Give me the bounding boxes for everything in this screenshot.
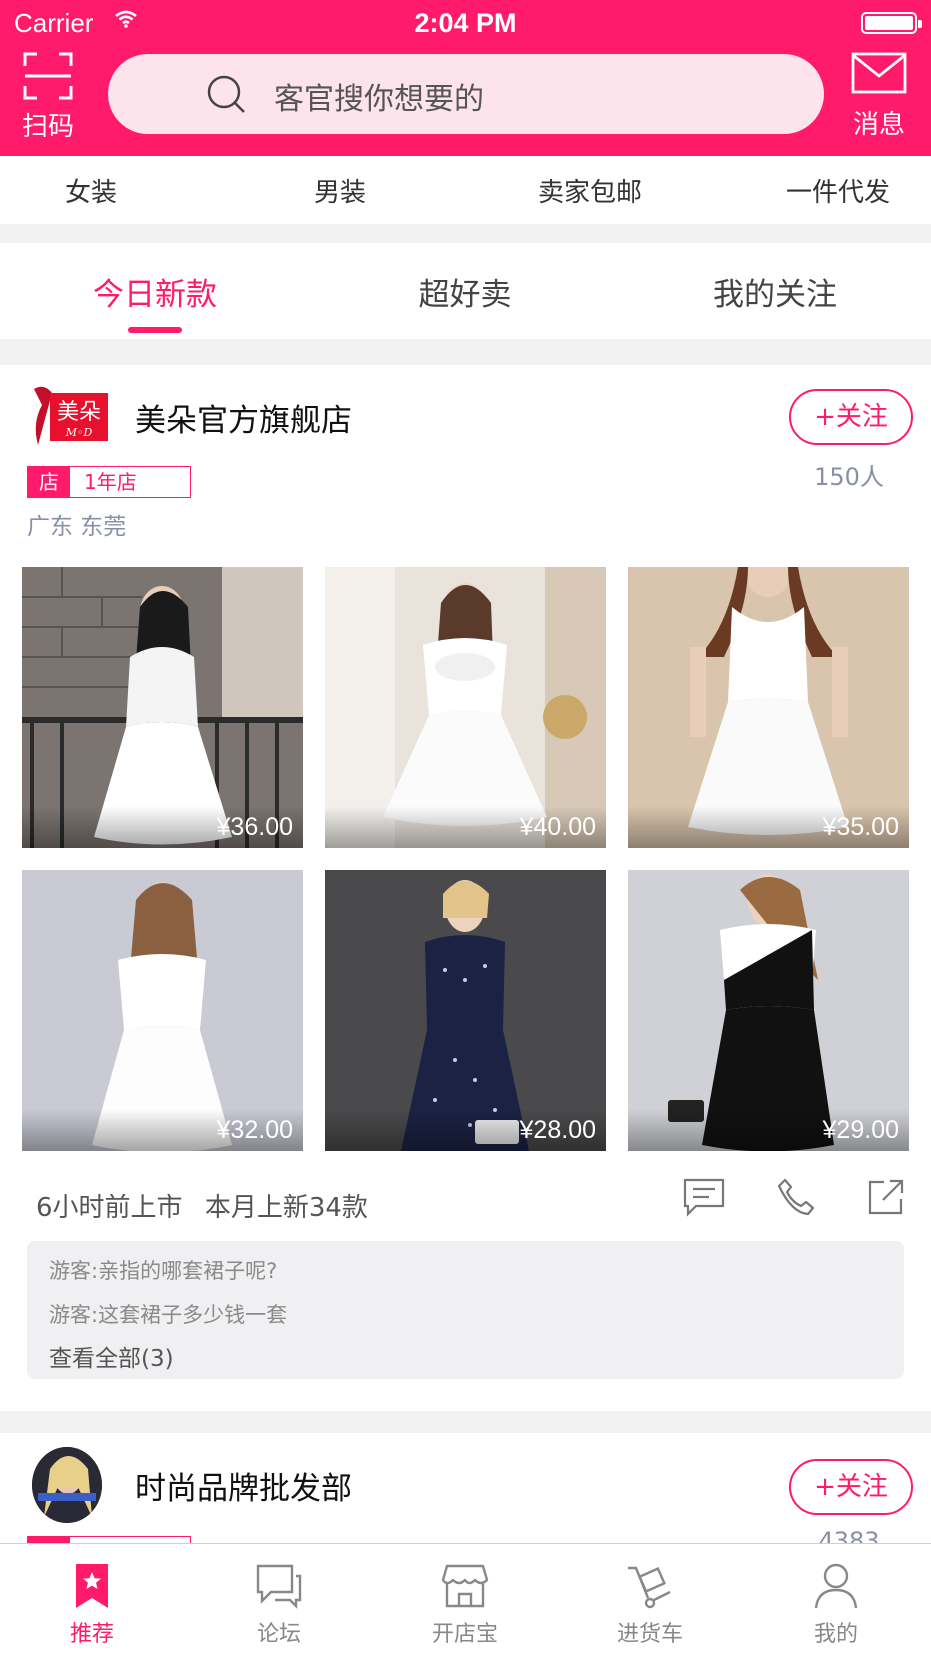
tab-recommend[interactable]: 推荐	[32, 1544, 152, 1656]
listing-meta: 6小时前上市 本月上新34款	[36, 1187, 382, 1224]
product-price: ¥29.00	[822, 1116, 899, 1144]
store-avatar	[32, 1447, 102, 1523]
tab-my-following[interactable]: 我的关注	[665, 269, 885, 314]
tab-profile[interactable]: 我的	[776, 1544, 896, 1656]
tab-label: 我的	[813, 1622, 858, 1647]
product-thumbnail[interactable]: ¥32.00	[22, 870, 303, 1151]
tab-label: 开店宝	[431, 1622, 498, 1647]
store-card[interactable]: 美朵 M◦D 美朵官方旗舰店 +关注 150人 店 1年店 广东 东莞 ¥36.…	[0, 365, 931, 1411]
scan-icon	[23, 52, 73, 100]
store-name[interactable]: 美朵官方旗舰店	[135, 395, 352, 440]
comment-icon[interactable]	[682, 1177, 726, 1217]
store-age-badge: 店 1年店	[27, 466, 191, 498]
monthly-new-count: 本月上新34款	[204, 1193, 368, 1223]
battery-icon	[861, 12, 922, 34]
hand-truck-icon	[628, 1566, 671, 1609]
storefront-icon	[441, 1564, 489, 1608]
product-thumbnail[interactable]: ¥40.00	[325, 567, 606, 848]
follow-button[interactable]: +关注	[789, 1459, 913, 1515]
search-bar[interactable]: 客官搜你想要的	[108, 54, 824, 134]
comment-item: 游客:这套裙子多少钱一套	[49, 1303, 288, 1327]
chat-bubble-icon	[256, 1564, 302, 1609]
search-placeholder: 客官搜你想要的	[274, 82, 484, 117]
tab-cart[interactable]: 进货车	[590, 1544, 710, 1656]
product-thumbnail[interactable]: ¥28.00	[325, 870, 606, 1151]
active-tab-indicator	[128, 327, 182, 333]
tab-label: 论坛	[256, 1622, 301, 1647]
store-logo: 美朵 M◦D	[34, 386, 108, 445]
store-age-badge	[27, 1536, 191, 1543]
product-price: ¥35.00	[822, 813, 899, 841]
product-price: ¥40.00	[519, 813, 596, 841]
store-location: 广东 东莞	[27, 514, 127, 540]
category-free-shipping[interactable]: 卖家包邮	[510, 172, 670, 209]
feed-tabs: 今日新款 超好卖 我的关注	[0, 243, 931, 339]
comments-box: 游客:亲指的哪套裙子呢? 游客:这套裙子多少钱一套 查看全部(3)	[27, 1241, 904, 1379]
scan-button[interactable]: 扫码	[18, 52, 78, 142]
tab-forum[interactable]: 论坛	[219, 1544, 339, 1656]
store-name[interactable]: 时尚品牌批发部	[135, 1463, 352, 1508]
phone-icon[interactable]	[776, 1177, 816, 1217]
product-price: ¥28.00	[519, 1116, 596, 1144]
person-icon	[814, 1563, 858, 1609]
share-icon[interactable]	[866, 1177, 906, 1217]
bottom-tab-bar: 推荐 论坛 开店宝 进货车 我的	[0, 1543, 931, 1656]
comment-item: 游客:亲指的哪套裙子呢?	[49, 1259, 278, 1283]
category-row: 女装 男装 卖家包邮 一件代发	[0, 156, 931, 224]
product-thumbnail[interactable]: ¥36.00	[22, 567, 303, 848]
tab-label: 进货车	[616, 1622, 683, 1647]
clock: 2:04 PM	[414, 8, 517, 38]
product-thumbnail[interactable]: ¥35.00	[628, 567, 909, 848]
product-price: ¥32.00	[216, 1116, 293, 1144]
follower-count: 4383人	[818, 1527, 880, 1543]
status-bar: Carrier 2:04 PM	[0, 0, 931, 46]
search-icon	[207, 75, 245, 113]
category-women[interactable]: 女装	[11, 172, 171, 209]
store-logo-text: 美朵	[57, 400, 101, 425]
category-dropship[interactable]: 一件代发	[758, 172, 918, 209]
star-bookmark-icon	[76, 1564, 108, 1608]
top-header: Carrier 2:04 PM 扫码 客官搜你想要的 消息	[0, 0, 931, 156]
scan-label: 扫码	[21, 112, 74, 142]
messages-button[interactable]: 消息	[849, 52, 909, 140]
badge-age: 1年店	[84, 470, 137, 494]
follower-count: 150人	[814, 463, 884, 491]
tab-open-shop[interactable]: 开店宝	[405, 1544, 525, 1656]
listed-ago: 6小时前上市	[36, 1193, 183, 1223]
follow-button[interactable]: +关注	[789, 389, 913, 445]
view-all-comments-link[interactable]: 查看全部(3)	[49, 1339, 174, 1373]
messages-label: 消息	[852, 110, 905, 140]
envelope-icon	[851, 52, 907, 94]
category-men[interactable]: 男装	[260, 172, 420, 209]
tab-today-new[interactable]: 今日新款	[45, 269, 265, 314]
product-thumbnail[interactable]: ¥29.00	[628, 870, 909, 1151]
tab-label: 推荐	[69, 1622, 114, 1647]
svg-text:M◦D: M◦D	[65, 426, 93, 439]
badge-tag: 店	[28, 467, 70, 497]
tab-best-selling[interactable]: 超好卖	[355, 269, 575, 314]
product-price: ¥36.00	[216, 813, 293, 841]
store-card[interactable]: 时尚品牌批发部 +关注 4383人	[0, 1433, 931, 1543]
